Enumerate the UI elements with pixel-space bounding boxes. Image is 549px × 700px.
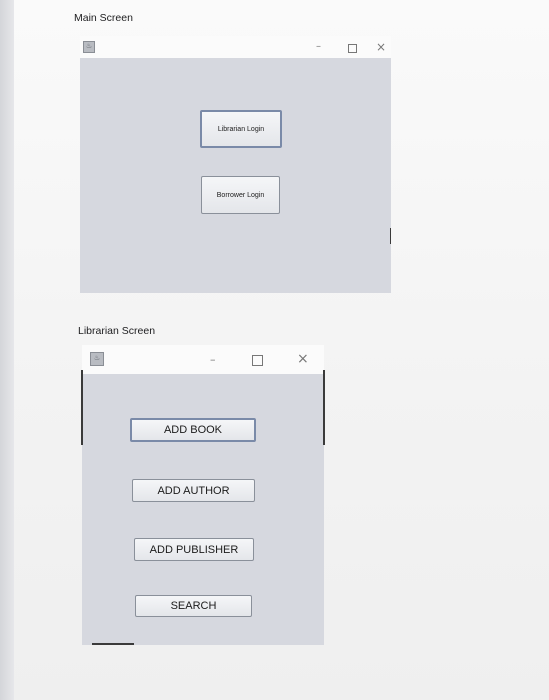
close-icon[interactable]: × <box>297 351 309 367</box>
search-button[interactable]: SEARCH <box>135 595 252 617</box>
librarian-screen-content: ADD BOOK ADD AUTHOR ADD PUBLISHER SEARCH <box>82 374 324 645</box>
window-left-edge <box>81 370 83 445</box>
maximize-icon[interactable] <box>252 355 263 366</box>
librarian-screen-caption: Librarian Screen <box>78 325 156 337</box>
main-screen-window: ♨ – × Librarian Login Borrower Login <box>80 36 391 293</box>
minimize-icon[interactable]: – <box>316 41 321 52</box>
java-app-icon: ♨ <box>90 352 104 366</box>
librarian-login-button[interactable]: Librarian Login <box>200 110 282 148</box>
close-icon[interactable]: × <box>376 40 386 54</box>
main-screen-titlebar: ♨ – × <box>80 36 391 58</box>
main-screen-content: Librarian Login Borrower Login <box>80 58 391 293</box>
librarian-screen-titlebar: ♨ – × <box>82 345 324 374</box>
add-publisher-button[interactable]: ADD PUBLISHER <box>134 538 254 561</box>
photo-edge-shadow <box>0 0 14 700</box>
minimize-icon[interactable]: – <box>210 353 216 366</box>
add-book-button[interactable]: ADD BOOK <box>130 418 256 442</box>
main-screen-caption: Main Screen <box>74 12 133 24</box>
add-author-button[interactable]: ADD AUTHOR <box>132 479 255 502</box>
librarian-screen-window: ♨ – × ADD BOOK ADD AUTHOR ADD PUBLISHER … <box>82 345 324 645</box>
window-right-edge <box>323 370 325 445</box>
window-bottom-edge-mark <box>92 643 134 645</box>
maximize-icon[interactable] <box>348 44 357 53</box>
borrower-login-button[interactable]: Borrower Login <box>201 176 280 214</box>
java-app-icon: ♨ <box>83 41 95 53</box>
window-edge-mark <box>390 228 391 244</box>
